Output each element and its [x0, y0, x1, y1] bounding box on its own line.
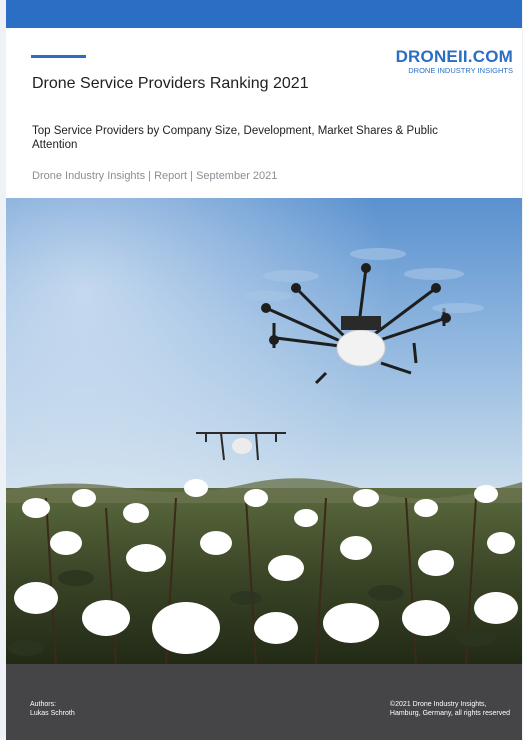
- author-name: Lukas Schroth: [30, 710, 75, 717]
- copyright-line-1: ©2021 Drone Industry Insights,: [389, 701, 487, 708]
- cover-photo-drones-over-cotton-field: [6, 198, 522, 664]
- cover-footer: Authors: Lukas Schroth ©2021 Drone Indus…: [6, 664, 522, 740]
- report-meta: Drone Industry Insights | Report | Septe…: [32, 170, 278, 182]
- droneii-logo: DRONEII.COM DRONE INDUSTRY INSIGHTS: [388, 47, 513, 76]
- report-cover: DRONEII.COM DRONE INDUSTRY INSIGHTS Dron…: [6, 0, 522, 740]
- report-subtitle: Top Service Providers by Company Size, D…: [32, 125, 438, 151]
- logo-wordmark: DRONEII.COM: [395, 47, 513, 66]
- logo-tagline: DRONE INDUSTRY INSIGHTS: [408, 66, 513, 75]
- authors-label: Authors:: [30, 701, 57, 708]
- title-accent-line: [31, 55, 86, 58]
- cover-illustration: [6, 198, 522, 664]
- authors-block: Authors: Lukas Schroth: [30, 700, 75, 718]
- top-color-bar: [6, 0, 522, 28]
- report-title: Drone Service Providers Ranking 2021: [32, 75, 309, 92]
- copyright-block: ©2021 Drone Industry Insights, Hamburg, …: [390, 700, 510, 718]
- copyright-line-2: Hamburg, Germany, all rights reserved: [389, 710, 510, 717]
